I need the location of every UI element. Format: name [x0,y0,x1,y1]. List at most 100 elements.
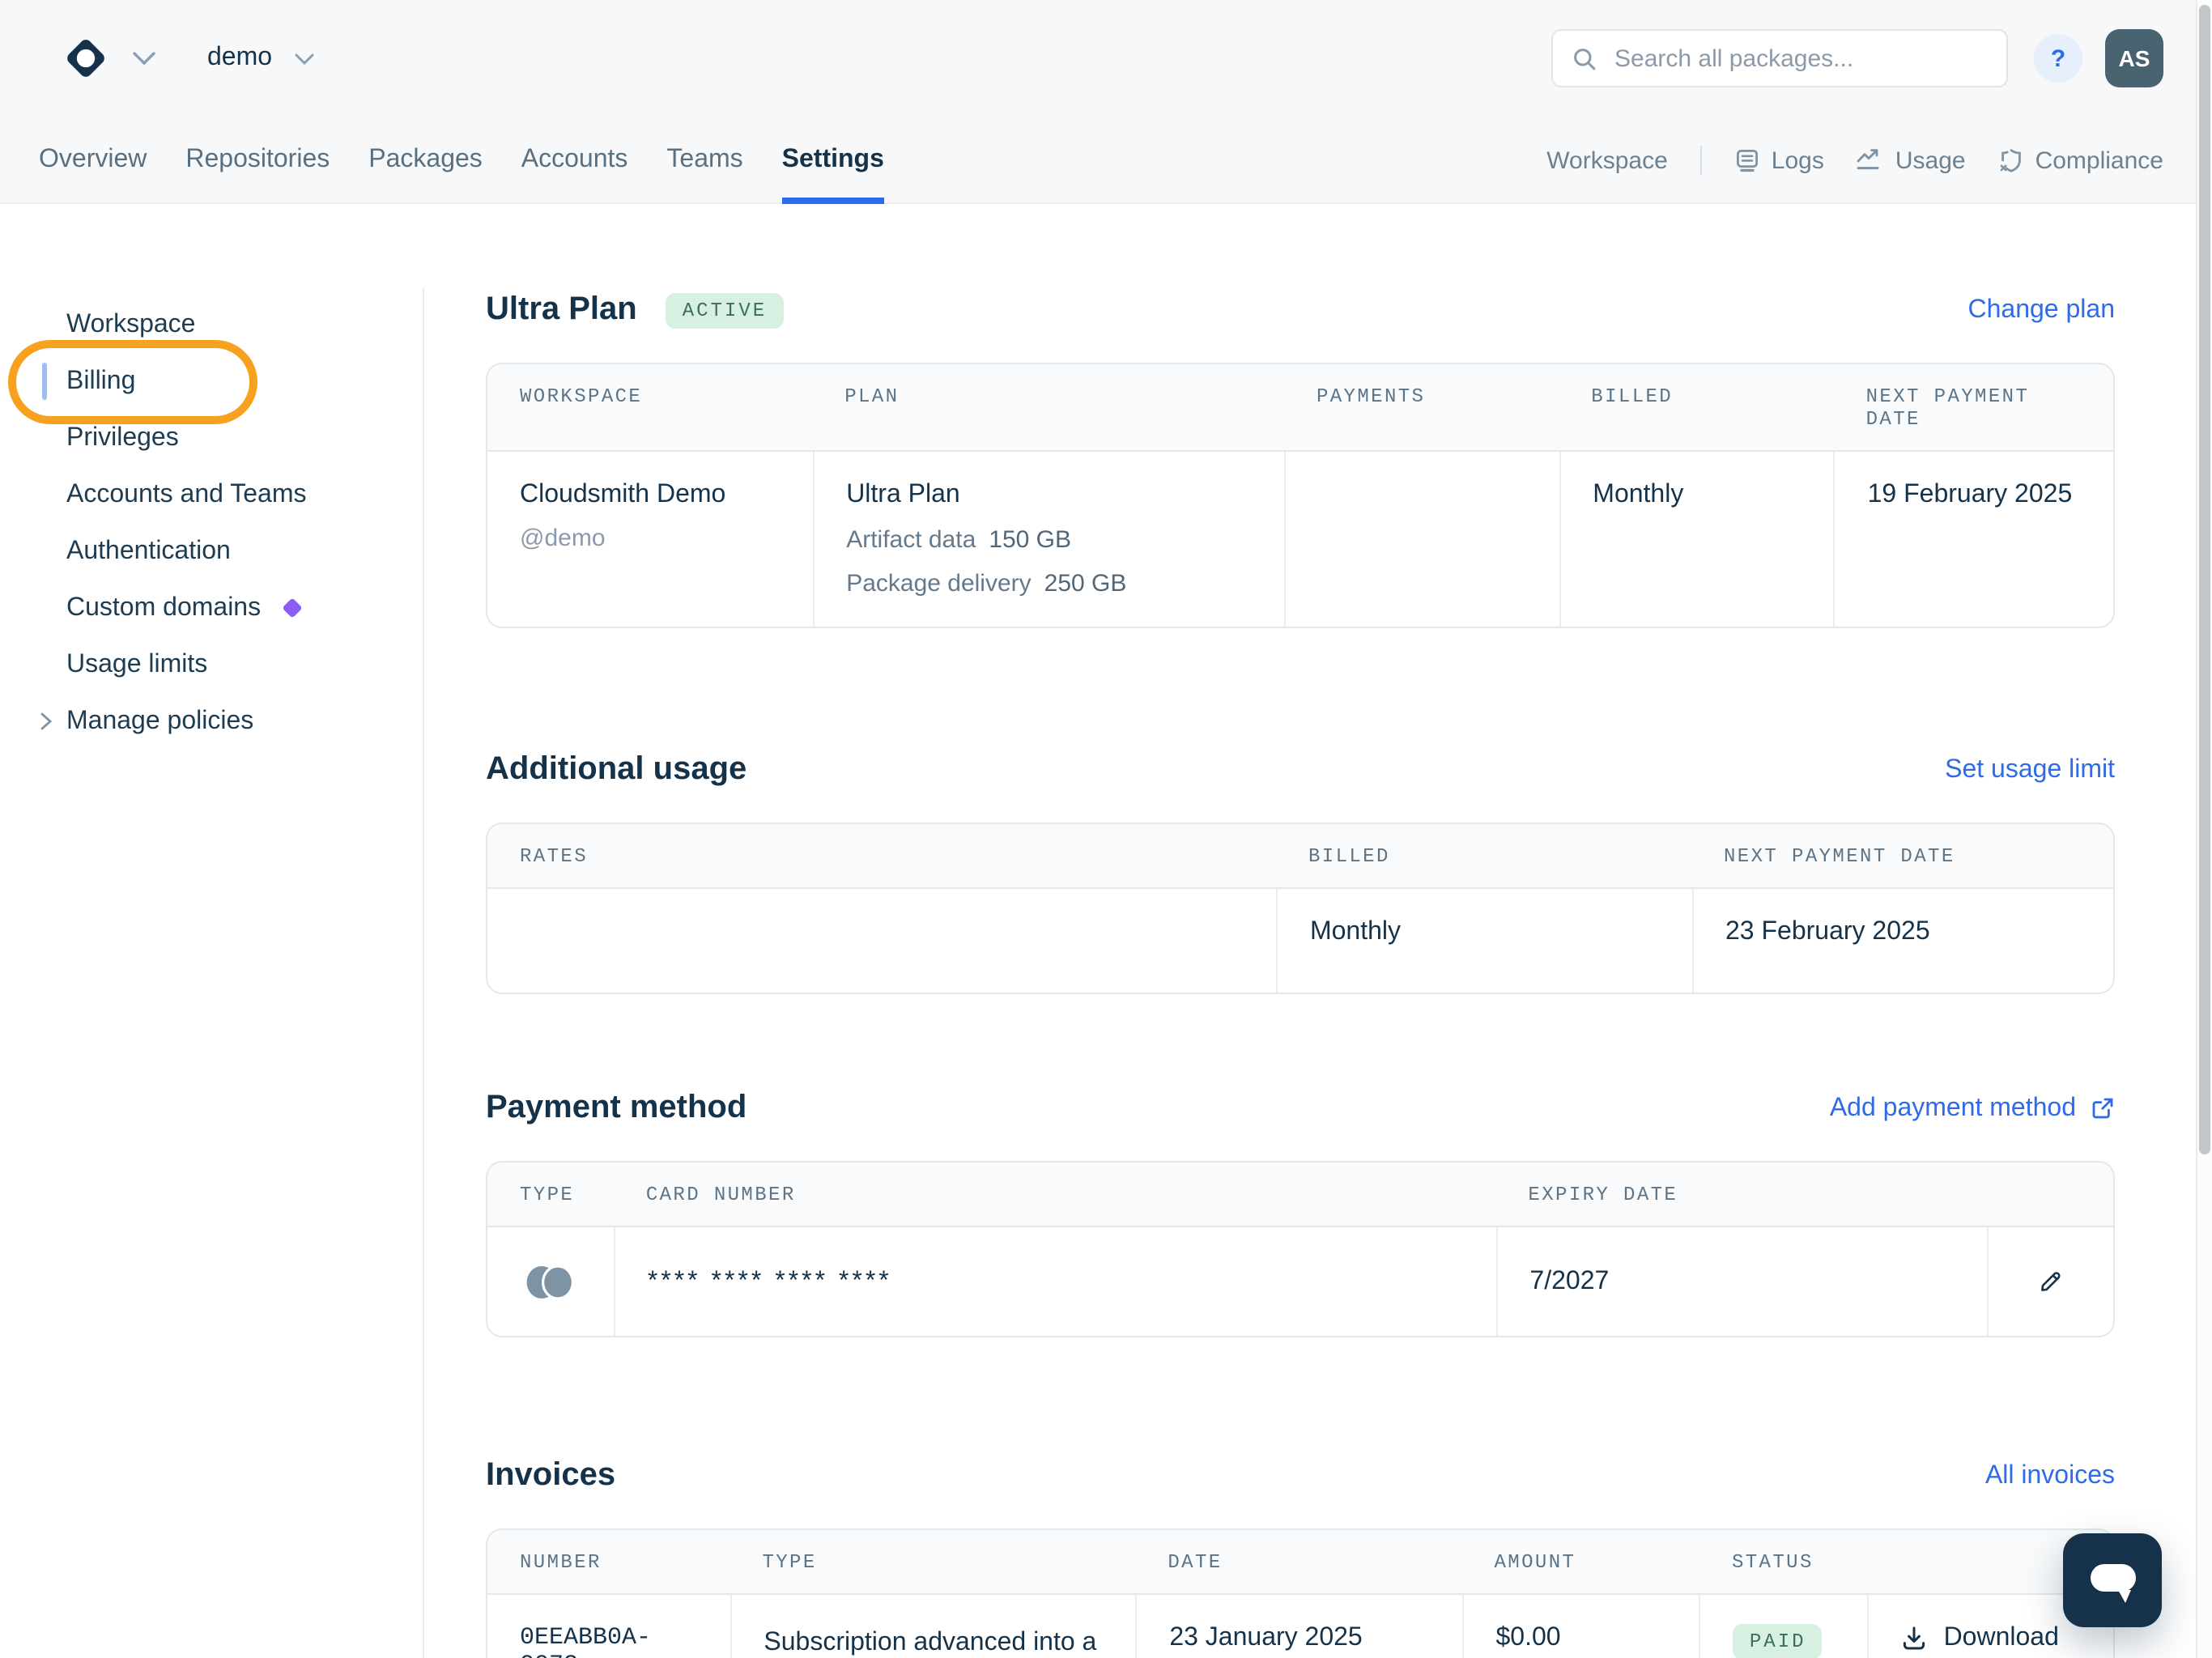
sidebar-item-manage-policies[interactable]: Manage policies [0,693,423,750]
download-icon [1904,1626,1925,1650]
payment-method-section: Payment method Add payment method TYPE C… [486,1090,2115,1337]
sidebar-item-custom-domains[interactable]: Custom domains [0,580,423,636]
header-top-bar: demo ? AS [0,0,2212,117]
column-header: RATES [520,845,589,868]
billed-cell: Monthly [1559,452,1833,627]
column-header: NUMBER [520,1551,602,1574]
tab-settings[interactable]: Settings [781,117,885,204]
sidebar-item-privileges[interactable]: Privileges [0,410,423,466]
table-row: 0EEABB0A-0073 Subscription advanced into… [487,1595,2113,1658]
workspace-name[interactable]: demo [207,44,272,73]
billed-cell: Monthly [1275,889,1691,993]
edit-payment-button[interactable] [1987,1227,2113,1336]
invoices-title: Invoices [486,1457,616,1493]
payment-method-table: TYPE CARD NUMBER EXPIRY DATE **** **** *… [486,1161,2115,1337]
header-context-links: Workspace Logs Usage Compliance [1546,146,2163,175]
invoice-status: PAID [1699,1595,1868,1658]
set-usage-limit-link[interactable]: Set usage limit [1945,755,2115,784]
invoice-type: Subscription advanced into a new period [730,1595,1135,1658]
column-header: BILLED [1591,385,1674,408]
plan-section: Ultra Plan ACTIVE Change plan WORKSPACE … [486,291,2115,628]
chat-widget-button[interactable] [2063,1533,2162,1627]
usage-link[interactable]: Usage [1857,147,1966,174]
header-nav-bar: Overview Repositories Packages Accounts … [0,117,2212,204]
sidebar-item-billing[interactable]: Billing [0,353,423,410]
external-link-icon [2092,1098,2113,1119]
cloudsmith-logo-icon[interactable] [62,34,110,83]
column-header: TYPE [762,1551,817,1574]
billing-settings-page: demo ? AS Overview Repositories Packages… [0,0,2212,1658]
billing-content: Ultra Plan ACTIVE Change plan WORKSPACE … [486,204,2115,1658]
invoice-amount: $0.00 [1461,1595,1699,1658]
compliance-link[interactable]: Compliance [1998,147,2163,174]
pencil-icon [2041,1272,2061,1291]
card-number-cell: **** **** **** **** [613,1227,1496,1336]
chevron-right-icon [40,712,52,730]
invoices-section: Invoices All invoices NUMBER TYPE DATE A… [486,1457,2115,1658]
add-payment-method-link[interactable]: Add payment method [1830,1094,2115,1123]
plan-name: Ultra Plan [846,481,960,508]
help-button[interactable]: ? [2034,34,2082,83]
table-row: **** **** **** **** 7/2027 [487,1227,2113,1336]
payment-method-title: Payment method [486,1090,747,1125]
tab-teams[interactable]: Teams [666,117,742,204]
scrollbar-track [2196,0,2212,1658]
additional-usage-table: RATES BILLED NEXT PAYMENT DATE Monthly 2… [486,823,2115,994]
logs-link[interactable]: Logs [1734,147,1824,174]
divider [1699,146,1702,175]
context-label: Workspace [1546,147,1668,174]
search-icon [1574,48,1596,70]
additional-usage-section: Additional usage Set usage limit RATES B… [486,751,2115,994]
sidebar-item-authentication[interactable]: Authentication [0,523,423,580]
column-header: EXPIRY DATE [1528,1184,1678,1206]
additional-usage-title: Additional usage [486,751,747,787]
status-badge: ACTIVE [666,292,784,328]
tab-repositories[interactable]: Repositories [185,117,330,204]
global-search[interactable] [1551,29,2008,87]
tab-overview[interactable]: Overview [39,117,147,204]
org-switcher-chevron-icon[interactable] [133,52,155,65]
column-header: BILLED [1308,845,1390,868]
column-header: STATUS [1731,1551,1814,1574]
plan-title: Ultra Plan [486,291,637,327]
active-indicator [42,363,47,400]
plan-detail: Artifact data 150 GB [846,526,1072,554]
invoices-table: NUMBER TYPE DATE AMOUNT STATUS 0EEABB0A-… [486,1528,2115,1658]
primary-tabs: Overview Repositories Packages Accounts … [39,117,885,204]
all-invoices-link[interactable]: All invoices [1985,1461,2115,1490]
column-header: CARD NUMBER [645,1184,796,1206]
sidebar-divider [423,288,424,1658]
download-invoice-button[interactable]: Download [1902,1624,2081,1653]
card-type-cell [487,1227,614,1336]
tab-packages[interactable]: Packages [368,117,483,204]
change-plan-link[interactable]: Change plan [1968,295,2116,325]
column-header: NEXT PAYMENT DATE [1724,845,1955,868]
compliance-icon [2000,149,2021,172]
column-header: DATE [1168,1551,1223,1574]
column-header: PLAN [844,385,900,408]
logs-icon [1736,150,1758,172]
column-header: TYPE [520,1184,575,1206]
column-header: NEXT PAYMENT DATE [1865,385,2030,431]
usage-icon [1857,149,1880,170]
sidebar-item-accounts-and-teams[interactable]: Accounts and Teams [0,466,423,523]
avatar[interactable]: AS [2105,29,2163,87]
settings-sidebar: Workspace Billing Privileges Accounts an… [0,204,423,1658]
invoice-date: 23 January 2025 [1135,1595,1461,1658]
sidebar-item-usage-limits[interactable]: Usage limits [0,636,423,693]
column-header: WORKSPACE [520,385,643,408]
mastercard-icon [526,1264,574,1299]
next-payment-cell: 19 February 2025 [1833,452,2113,627]
workspace-chevron-icon[interactable] [295,53,314,64]
sidebar-item-workspace[interactable]: Workspace [0,296,423,353]
scrollbar-thumb[interactable] [2199,5,2210,1154]
premium-diamond-icon [282,597,303,619]
status-badge: PAID [1733,1624,1823,1658]
chat-bubble-icon [2090,1563,2135,1602]
tab-accounts[interactable]: Accounts [521,117,628,204]
workspace-handle: @demo [520,525,606,552]
search-input[interactable] [1611,43,1987,74]
column-header: PAYMENTS [1316,385,1426,408]
column-header [1987,1163,2113,1226]
rates-cell [487,889,1276,993]
